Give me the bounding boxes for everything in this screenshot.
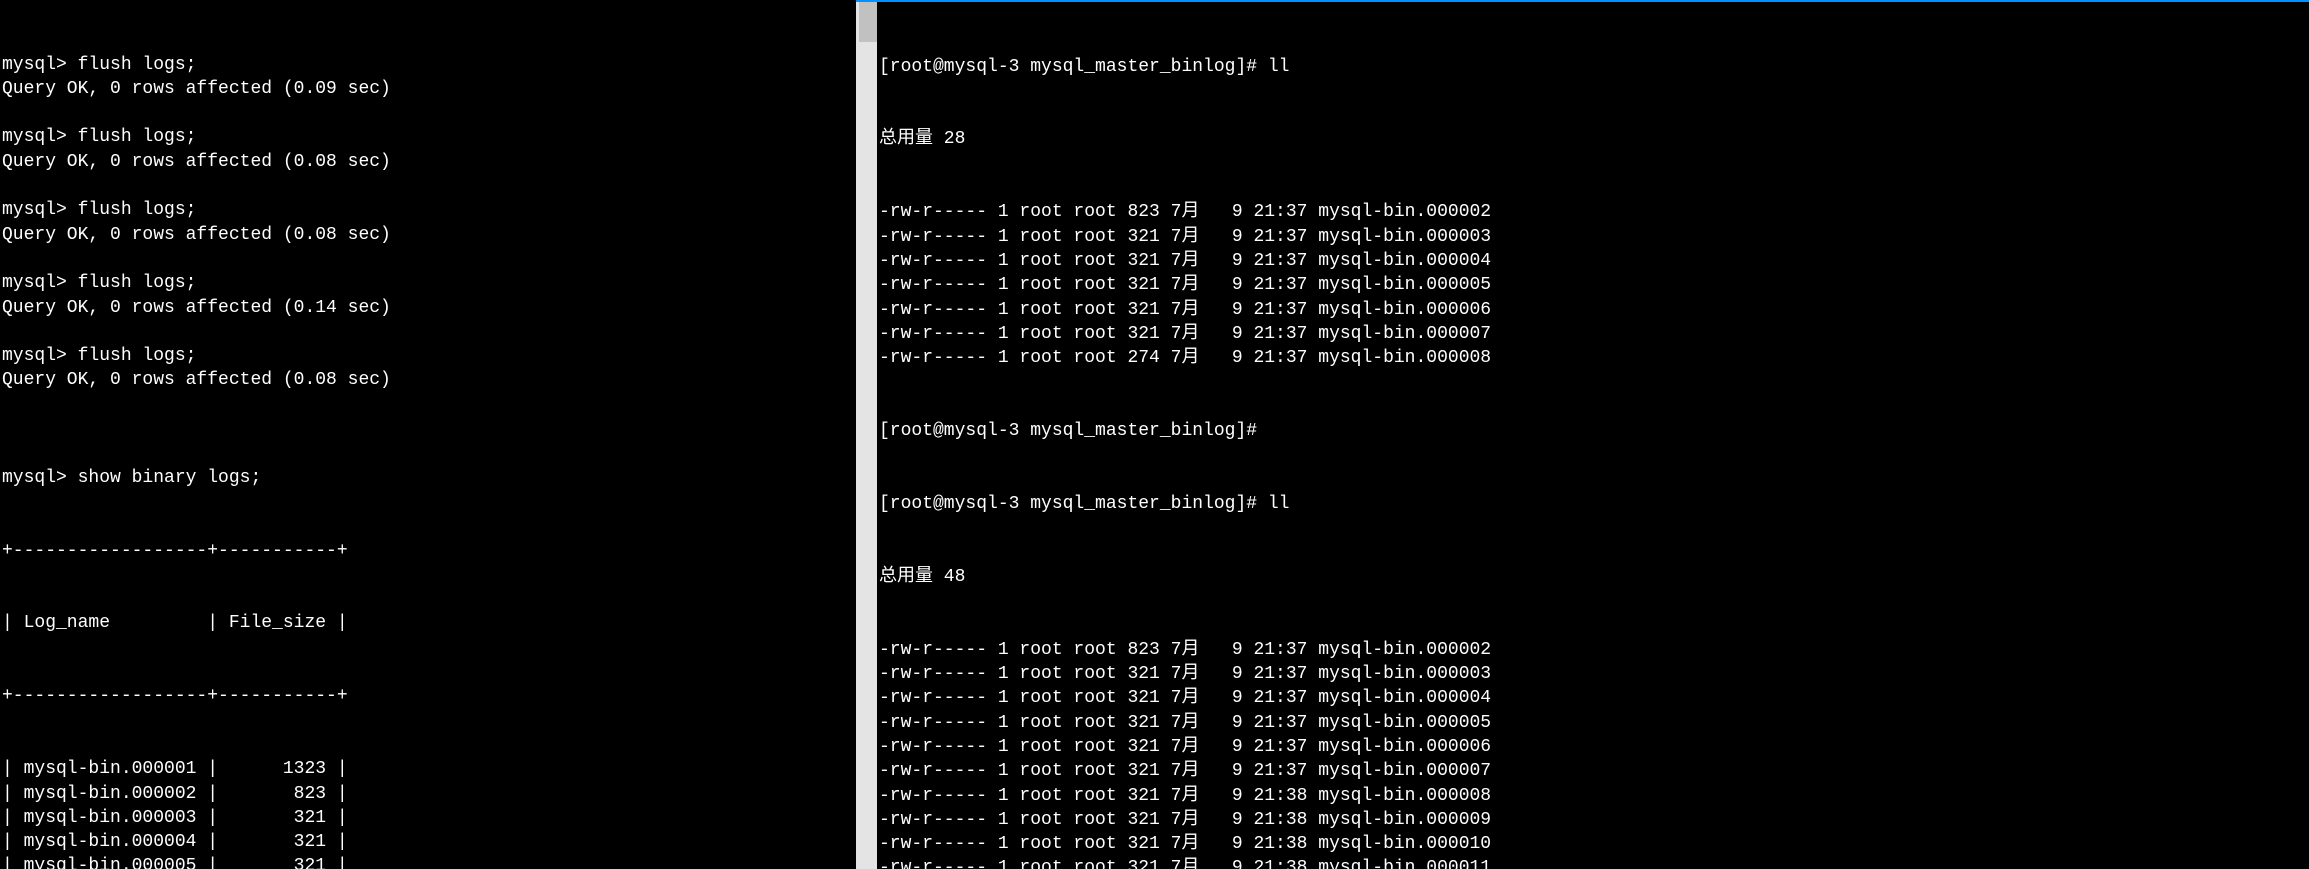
blank-line — [2, 247, 854, 271]
shell-command: ll — [1268, 57, 1290, 77]
mysql-command: show binary logs; — [78, 468, 262, 488]
mysql-cmd-line: mysql> flush logs; — [2, 125, 854, 149]
shell-prompt: [root@mysql-3 mysql_master_binlog]# — [879, 421, 1268, 441]
list-item: -rw-r----- 1 root root 321 7月 9 21:37 my… — [879, 711, 2307, 735]
blank-line — [2, 101, 854, 125]
list-item: -rw-r----- 1 root root 321 7月 9 21:37 my… — [879, 273, 2307, 297]
blank-line — [2, 393, 854, 417]
table-border-top: +------------------+-----------+ — [2, 539, 854, 563]
shell-prompt: [root@mysql-3 mysql_master_binlog]# — [879, 57, 1268, 77]
total-line: 总用量 28 — [879, 127, 2307, 151]
list-item: -rw-r----- 1 root root 321 7月 9 21:37 my… — [879, 322, 2307, 346]
table-border-mid: +------------------+-----------+ — [2, 684, 854, 708]
list-item: -rw-r----- 1 root root 321 7月 9 21:37 my… — [879, 686, 2307, 710]
total-line: 总用量 48 — [879, 565, 2307, 589]
mysql-cmd-line: mysql> flush logs; — [2, 53, 854, 77]
list-item: -rw-r----- 1 root root 321 7月 9 21:37 my… — [879, 298, 2307, 322]
mysql-result-line: Query OK, 0 rows affected (0.09 sec) — [2, 77, 854, 101]
mysql-output-block: mysql> flush logs;Query OK, 0 rows affec… — [2, 53, 854, 417]
scroll-thumb[interactable] — [859, 2, 877, 42]
mysql-cmd-line: mysql> flush logs; — [2, 344, 854, 368]
table-row: | mysql-bin.000005 | 321 | — [2, 854, 854, 869]
list-item: -rw-r----- 1 root root 321 7月 9 21:38 my… — [879, 856, 2307, 869]
pane-divider-scrollbar[interactable] — [856, 0, 877, 869]
list-item: -rw-r----- 1 root root 321 7月 9 21:38 my… — [879, 832, 2307, 856]
table-row: | mysql-bin.000002 | 823 | — [2, 782, 854, 806]
list-item: -rw-r----- 1 root root 321 7月 9 21:37 my… — [879, 249, 2307, 273]
mysql-result-line: Query OK, 0 rows affected (0.08 sec) — [2, 150, 854, 174]
shell-prompt-line: [root@mysql-3 mysql_master_binlog]# ll — [879, 55, 2307, 79]
list-item: -rw-r----- 1 root root 321 7月 9 21:37 my… — [879, 735, 2307, 759]
list-item: -rw-r----- 1 root root 321 7月 9 21:37 my… — [879, 759, 2307, 783]
list-item: -rw-r----- 1 root root 823 7月 9 21:37 my… — [879, 638, 2307, 662]
blank-line — [2, 320, 854, 344]
shell-prompt: [root@mysql-3 mysql_master_binlog]# — [879, 494, 1268, 514]
list-item: -rw-r----- 1 root root 274 7月 9 21:37 my… — [879, 346, 2307, 370]
table-row: | mysql-bin.000004 | 321 | — [2, 830, 854, 854]
shell-prompt-line: [root@mysql-3 mysql_master_binlog]# — [879, 419, 2307, 443]
table-row: | mysql-bin.000003 | 321 | — [2, 806, 854, 830]
table-body: | mysql-bin.000001 | 1323 || mysql-bin.0… — [2, 757, 854, 869]
mysql-cmd-line: mysql> flush logs; — [2, 198, 854, 222]
terminal-left-pane[interactable]: mysql> flush logs;Query OK, 0 rows affec… — [0, 0, 856, 869]
list-item: -rw-r----- 1 root root 321 7月 9 21:38 my… — [879, 784, 2307, 808]
list-item: -rw-r----- 1 root root 321 7月 9 21:37 my… — [879, 662, 2307, 686]
mysql-cmd-line: mysql> flush logs; — [2, 271, 854, 295]
shell-command: ll — [1268, 494, 1290, 514]
terminal-right-pane[interactable]: [root@mysql-3 mysql_master_binlog]# ll 总… — [877, 0, 2309, 869]
mysql-prompt: mysql> — [2, 468, 78, 488]
mysql-result-line: Query OK, 0 rows affected (0.08 sec) — [2, 223, 854, 247]
shell-prompt-line: [root@mysql-3 mysql_master_binlog]# ll — [879, 492, 2307, 516]
list-item: -rw-r----- 1 root root 321 7月 9 21:38 my… — [879, 808, 2307, 832]
blank-line — [2, 174, 854, 198]
mysql-result-line: Query OK, 0 rows affected (0.08 sec) — [2, 368, 854, 392]
mysql-result-line: Query OK, 0 rows affected (0.14 sec) — [2, 296, 854, 320]
list-item: -rw-r----- 1 root root 823 7月 9 21:37 my… — [879, 200, 2307, 224]
file-listing: -rw-r----- 1 root root 823 7月 9 21:37 my… — [879, 200, 2307, 370]
list-item: -rw-r----- 1 root root 321 7月 9 21:37 my… — [879, 225, 2307, 249]
mysql-show-cmd-line: mysql> show binary logs; — [2, 466, 854, 490]
table-header: | Log_name | File_size | — [2, 611, 854, 635]
table-row: | mysql-bin.000001 | 1323 | — [2, 757, 854, 781]
file-listing: -rw-r----- 1 root root 823 7月 9 21:37 my… — [879, 638, 2307, 869]
